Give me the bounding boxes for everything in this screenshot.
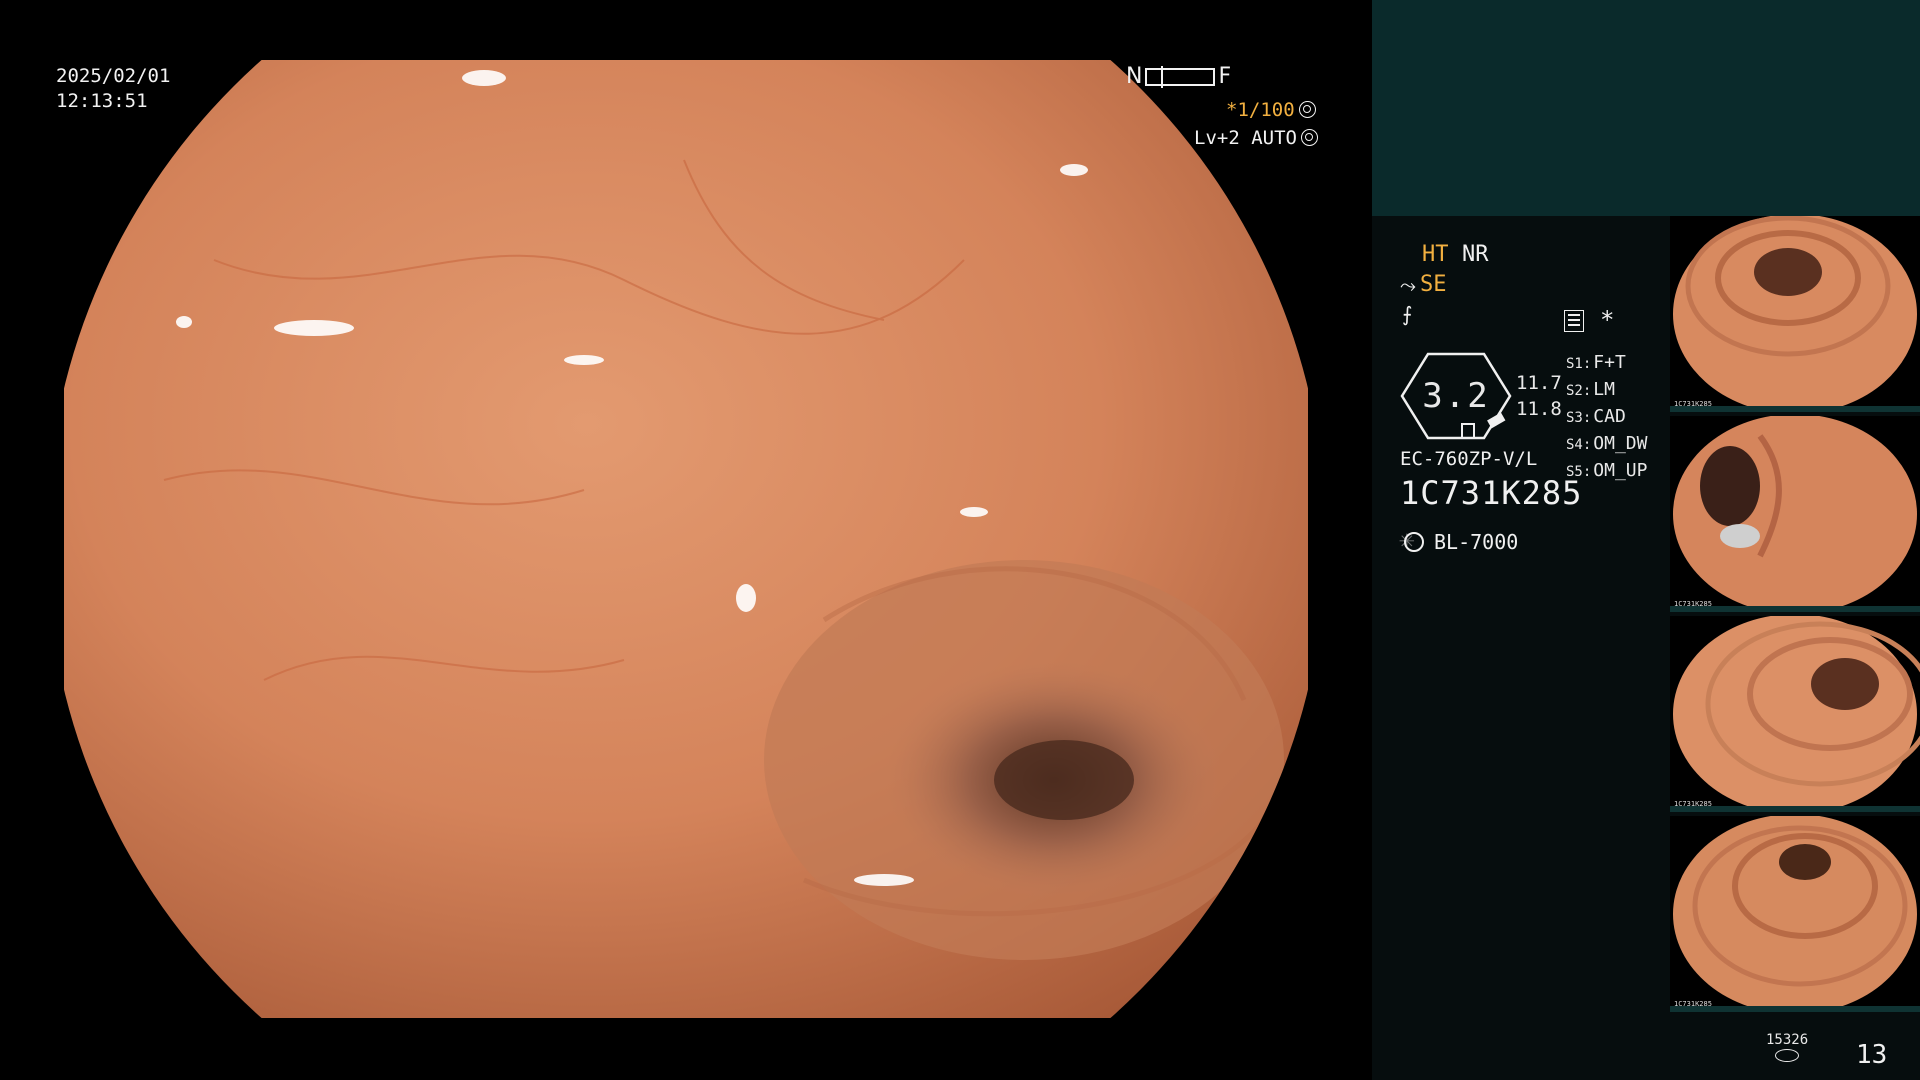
thumbnail-label: 1C731K285 [1674,800,1712,808]
light-source-row: BL-7000 [1399,525,1519,555]
thumbnail-image [1670,616,1920,812]
focus-bar [1145,65,1216,88]
se-row: ⤳ SE [1400,272,1447,297]
shutter-speed: *1/100 [1226,98,1316,123]
ht-indicator: HT [1422,242,1449,267]
switch-s2: S2: LM [1566,379,1615,400]
switch-s1: S1: F+T [1566,352,1626,373]
switch-s4: S4: OM_DW [1566,433,1648,454]
date-display: 2025/02/01 [56,65,171,87]
side-panel-header [1372,0,1920,216]
list-icon [1564,310,1584,332]
thumbnail-4[interactable]: 1C731K285 [1670,816,1920,1012]
se-indicator: SE [1420,272,1447,297]
brightness-level: Lv+2 AUTO [1194,126,1318,151]
scope-model: EC-760ZP-V/L [1400,448,1538,470]
thumbnail-image [1670,416,1920,612]
endoscope-live-view: 2025/02/01 12:13:51 N F *1/100 Lv+2 AUTO [0,0,1372,1080]
storage-disk-icon [1775,1049,1800,1062]
focus-near-label: N [1126,64,1143,89]
light-source: BL-7000 [1434,530,1519,554]
endoscopic-image [64,60,1308,1018]
storage-counter: 15326 [1766,1032,1808,1062]
focus-far-label: F [1218,64,1232,89]
thumbnail-label: 1C731K285 [1674,1000,1712,1008]
value-1: 11.7 [1516,372,1562,394]
captured-thumbnails: 1C731K285 1C731K285 1C731K285 1C731K285 [1670,216,1920,1016]
thumbnail-label: 1C731K285 [1674,400,1712,408]
enhance-icon: ⤳ [1400,272,1416,297]
thumbnail-1[interactable]: 1C731K285 [1670,216,1920,412]
thumbnail-image [1670,816,1920,1012]
settings-panel: HT NR ⤳ SE ⨍ * 3.2 11.7 11.8 S1: F+T S2: L… [1372,216,1672,1080]
thumbnail-2[interactable]: 1C731K285 [1670,416,1920,612]
switch-s3: S3: CAD [1566,406,1626,427]
measurement-values: 11.7 11.8 [1516,370,1562,422]
focus-scale: N F [1126,64,1231,89]
scope-serial: 1C731K285 [1400,474,1583,512]
thumbnail-3[interactable]: 1C731K285 [1670,616,1920,812]
scope-switch-list: S1: F+T S2: LM S3: CAD S4: OM_DW S5: OM_UP [1566,350,1647,485]
colon-lumen-image [64,60,1308,1018]
auto-icon [1300,129,1318,146]
time-display: 12:13:51 [56,90,148,112]
star-indicator: * [1600,306,1615,334]
thumbnail-label: 1C731K285 [1674,600,1712,608]
shutter-text: *1/100 [1226,99,1295,121]
value-2: 11.8 [1516,398,1562,420]
structure-icon: ⨍ [1402,302,1413,326]
nr-indicator: NR [1462,242,1489,267]
zoom-value: 3.2 [1422,376,1490,416]
iris-icon [1298,101,1316,118]
storage-count: 15326 [1766,1032,1809,1048]
image-counter: 13 [1856,1040,1888,1070]
thumbnail-image [1670,216,1920,412]
level-text: Lv+2 AUTO [1194,127,1297,149]
light-source-icon [1399,525,1424,555]
